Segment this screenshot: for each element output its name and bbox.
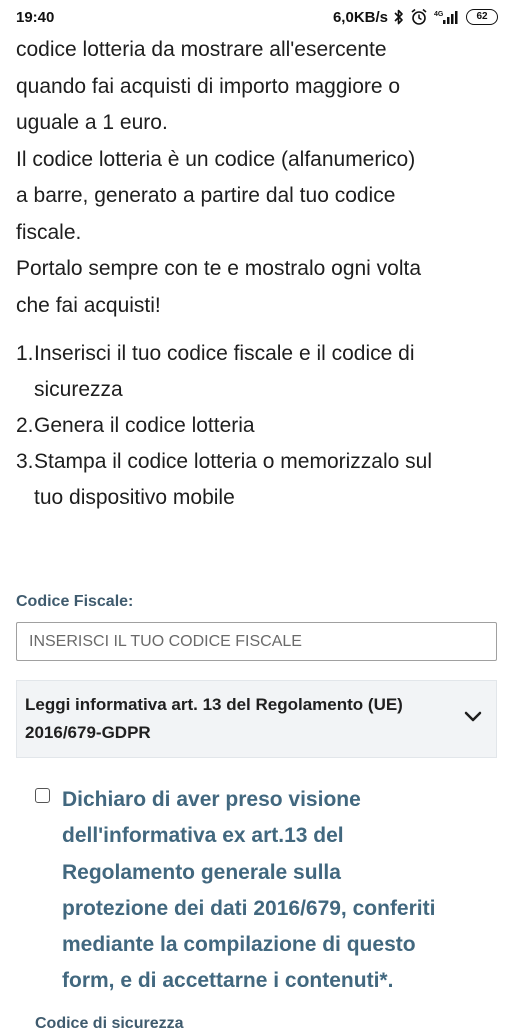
consent-line: Regolamento generale sulla: [62, 860, 341, 884]
chevron-down-icon: [464, 710, 482, 728]
consent-checkbox[interactable]: [35, 788, 50, 803]
step-number: 3.: [16, 450, 34, 473]
consent-line: mediante la compilazione di questo: [62, 933, 416, 957]
network-type-label: 4G: [434, 11, 444, 18]
step-line: Inserisci il tuo codice fiscale e il cod…: [34, 342, 415, 365]
signal-icon: 4G: [434, 9, 460, 25]
step-text: Inserisci il tuo codice fiscale e il cod…: [34, 336, 415, 408]
step-item: 2. Genera il codice lotteria: [16, 408, 500, 444]
step-number: 1.: [16, 342, 34, 365]
step-item: 1. Inserisci il tuo codice fiscale e il …: [16, 336, 500, 408]
consent-line: dell'informativa ex art.13 del: [62, 824, 344, 848]
intro-line: Il codice lotteria è un codice (alfanume…: [16, 147, 416, 171]
intro-line: codice lotteria da mostrare all'esercent…: [16, 38, 387, 61]
informativa-title-line: 2016/679-GDPR: [25, 723, 151, 742]
bluetooth-icon: [394, 9, 404, 25]
step-line: Genera il codice lotteria: [34, 414, 255, 437]
page-content: codice lotteria da mostrare all'esercent…: [16, 32, 500, 516]
consent-row: Dichiaro di aver preso visione dell'info…: [16, 782, 497, 1000]
battery-level: 62: [476, 11, 488, 22]
step-text: Stampa il codice lotteria o memorizzalo …: [34, 444, 432, 516]
intro-line: fiscale.: [16, 220, 82, 244]
step-number: 2.: [16, 414, 34, 437]
step-line: Stampa il codice lotteria o memorizzalo …: [34, 450, 432, 473]
battery-icon: 62: [466, 9, 498, 25]
informativa-title-line: Leggi informativa art. 13 del Regolament…: [25, 695, 403, 714]
intro-text: codice lotteria da mostrare all'esercent…: [16, 32, 500, 324]
status-time: 19:40: [16, 8, 55, 26]
intro-line: Portalo sempre con te e mostralo ogni vo…: [16, 257, 422, 280]
step-line: sicurezza: [34, 378, 123, 401]
intro-line: a barre, generato a partire dal tuo codi…: [16, 184, 396, 207]
intro-line: quando fai acquisti di importo maggiore …: [16, 74, 401, 98]
codice-fiscale-label: Codice Fiscale:: [16, 593, 134, 610]
step-line: tuo dispositivo mobile: [34, 486, 235, 509]
consent-line: Dichiaro di aver preso visione: [62, 788, 361, 811]
consent-line: form, e di accettarne i contenuti*.: [62, 969, 394, 993]
codice-sicurezza-label: Codice di sicurezza: [35, 1015, 184, 1032]
network-speed: 6,0KB/s: [332, 8, 388, 26]
informativa-accordion[interactable]: Leggi informativa art. 13 del Regolament…: [16, 680, 497, 758]
codice-fiscale-input[interactable]: [16, 622, 497, 661]
informativa-title: Leggi informativa art. 13 del Regolament…: [25, 691, 445, 747]
consent-line: protezione dei dati 2016/679, conferiti: [62, 896, 436, 920]
alarm-icon: [410, 8, 428, 26]
step-text: Genera il codice lotteria: [34, 408, 255, 444]
consent-text[interactable]: Dichiaro di aver preso visione dell'info…: [62, 782, 482, 1000]
status-right: 6,0KB/s 4G 62: [333, 8, 498, 26]
intro-line: che fai acquisti!: [16, 293, 161, 317]
steps-list: 1. Inserisci il tuo codice fiscale e il …: [16, 336, 500, 516]
intro-line: uguale a 1 euro.: [16, 111, 168, 134]
status-bar: 19:40 6,0KB/s 4G 62: [0, 0, 512, 34]
lottery-form: Codice Fiscale: Leggi informativa art. 1…: [16, 592, 497, 1000]
step-item: 3. Stampa il codice lotteria o memorizza…: [16, 444, 500, 516]
